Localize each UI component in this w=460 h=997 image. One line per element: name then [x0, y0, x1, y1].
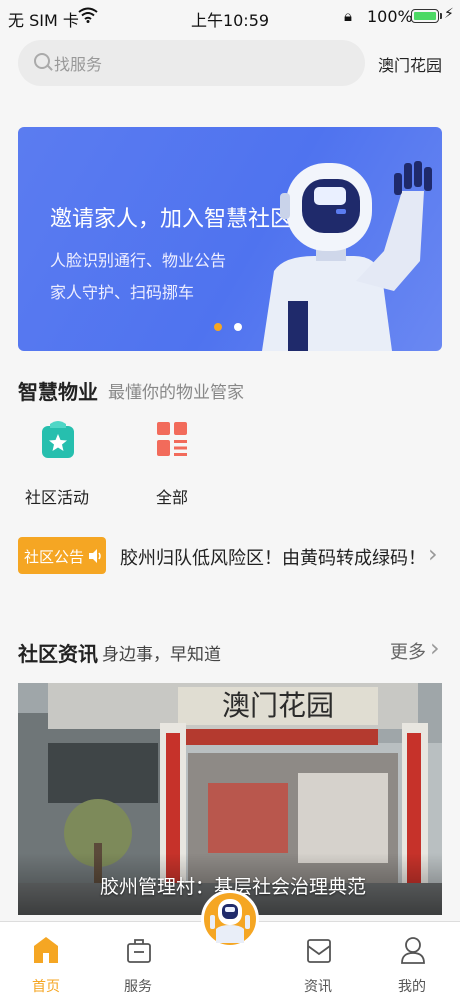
- grid-icon: [157, 422, 187, 456]
- briefcase-icon: [127, 939, 151, 963]
- promo-banner[interactable]: 邀请家人，加入智慧社区 人脸识别通行、物业公告 家人守护、扫码挪车: [18, 127, 442, 351]
- battery-percent: 100%: [367, 7, 413, 26]
- property-section-subtitle: 最懂你的物业管家: [108, 383, 244, 403]
- all-services-label: 全部: [155, 488, 188, 507]
- notice-text[interactable]: 胶州归队低风险区！由黄码转成绿码！: [120, 544, 426, 570]
- tab-services[interactable]: 服务: [92, 922, 184, 997]
- robot-illustration: [262, 161, 432, 351]
- tab-mine[interactable]: 我的: [366, 922, 458, 997]
- battery-icon: [411, 9, 439, 23]
- tab-mine-label: 我的: [398, 979, 426, 995]
- tab-home-label: 首页: [32, 979, 60, 995]
- property-section-title: 智慧物业: [18, 380, 98, 404]
- search-bar[interactable]: [18, 40, 365, 88]
- community-selector[interactable]: 澳门花园: [378, 52, 442, 76]
- activity-icon: [42, 421, 74, 458]
- home-icon: [34, 937, 58, 963]
- news-more-link[interactable]: 更多: [390, 638, 426, 664]
- robot-icon: [210, 899, 250, 943]
- tab-services-label: 服务: [124, 979, 152, 995]
- chevron-right-icon[interactable]: ›: [430, 634, 440, 662]
- speaker-icon: [89, 549, 101, 563]
- tab-news[interactable]: 资讯: [272, 922, 364, 997]
- news-section-title: 社区资讯: [18, 642, 98, 666]
- search-input[interactable]: [52, 40, 356, 88]
- carousel-dot[interactable]: [234, 323, 242, 331]
- community-activity-label: 社区活动: [24, 488, 89, 507]
- carousel-dot-active[interactable]: [214, 323, 222, 331]
- tab-home[interactable]: 首页: [0, 922, 92, 997]
- charging-icon: ⚡︎: [444, 6, 454, 22]
- status-bar: 无 SIM 卡 上午10:59 🔒︎ 100% ⚡︎: [0, 0, 460, 34]
- notice-badge: 社区公告: [18, 537, 106, 574]
- community-activity-button[interactable]: 社区活动: [12, 416, 102, 508]
- assistant-robot-button[interactable]: [201, 890, 259, 948]
- banner-line-1: 人脸识别通行、物业公告: [50, 251, 227, 270]
- person-icon: [401, 937, 425, 964]
- tab-news-label: 资讯: [304, 979, 332, 995]
- news-section-subtitle: 身边事，早知道: [102, 645, 221, 665]
- gate-sign-text: 澳门花园: [222, 689, 334, 722]
- envelope-icon: [307, 939, 331, 963]
- orientation-lock-icon: 🔒︎: [344, 7, 352, 25]
- all-services-button[interactable]: 全部: [127, 416, 217, 508]
- banner-line-2: 家人守护、扫码挪车: [50, 283, 195, 302]
- search-icon: [34, 53, 50, 69]
- chevron-right-icon[interactable]: ›: [428, 540, 438, 568]
- notice-badge-label: 社区公告: [24, 548, 85, 566]
